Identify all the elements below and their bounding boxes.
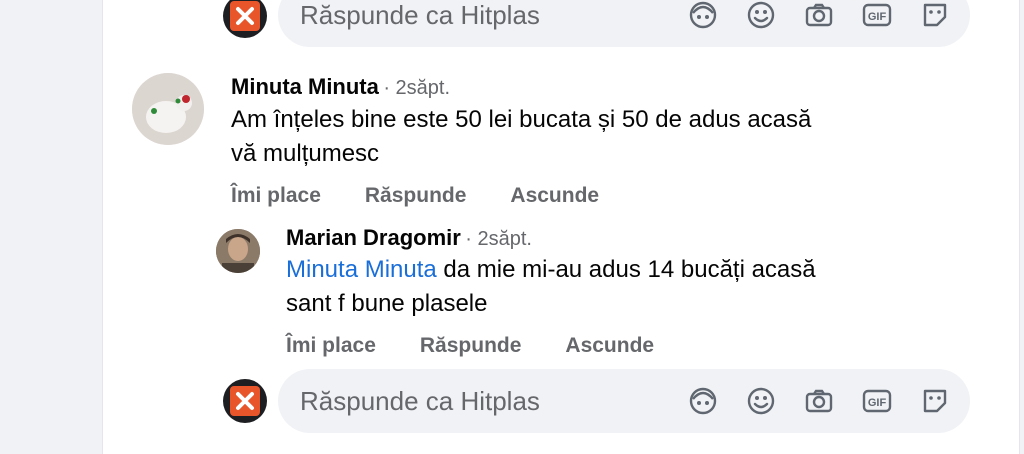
sticker-icon[interactable]: [918, 0, 952, 32]
like-button[interactable]: Îmi place: [231, 184, 321, 208]
comment-text: Am înțeles bine este 50 lei bucata și 50…: [231, 103, 951, 171]
comment-author[interactable]: Minuta Minuta: [231, 74, 379, 99]
reply-author[interactable]: Marian Dragomir: [286, 225, 461, 250]
avatar-sticker-icon[interactable]: [686, 0, 720, 32]
camera-icon[interactable]: [802, 384, 836, 418]
reply-time[interactable]: · 2săpt.: [465, 228, 532, 250]
gif-icon[interactable]: GIF: [860, 384, 894, 418]
reply-reply-button[interactable]: Răspunde: [420, 334, 522, 358]
emoji-icon[interactable]: [744, 0, 778, 32]
reply-text-line-1: Minuta Minuta da mie mi-au adus 14 bucăț…: [286, 253, 966, 287]
comment-time[interactable]: · 2săpt.: [383, 77, 450, 99]
reply-placeholder: Răspunde ca Hitplas: [300, 386, 540, 416]
comment-actions: Îmi place Răspunde Ascunde: [231, 184, 643, 208]
brand-logo-icon: [230, 1, 260, 31]
comment-text-line-1: Am înțeles bine este 50 lei bucata și 50…: [231, 106, 812, 133]
avatar-sticker-icon[interactable]: [686, 384, 720, 418]
camera-icon[interactable]: [802, 0, 836, 32]
sticker-icon[interactable]: [918, 384, 952, 418]
reply-text: Minuta Minuta da mie mi-au adus 14 bucăț…: [286, 253, 966, 321]
reply-text-line-1-rest: da mie mi-au adus 14 bucăți acasă: [436, 256, 816, 283]
gif-label: GIF: [868, 397, 887, 409]
reply-header: Marian Dragomir · 2săpt.: [286, 225, 532, 251]
brand-logo-icon: [230, 386, 260, 416]
gif-icon[interactable]: GIF: [860, 0, 894, 32]
mention-link[interactable]: Minuta Minuta: [286, 256, 437, 283]
avatar-marian[interactable]: [216, 229, 260, 273]
avatar-minuta[interactable]: [132, 73, 204, 145]
reply-like-button[interactable]: Îmi place: [286, 334, 376, 358]
emoji-icon[interactable]: [744, 384, 778, 418]
reply-text-line-2: sant f bune plasele: [286, 290, 488, 317]
reply-hide-button[interactable]: Ascunde: [565, 334, 654, 358]
comment-text-line-2: vă mulțumesc: [231, 140, 380, 167]
hitplas-avatar-bottom[interactable]: [223, 379, 267, 423]
reply-button[interactable]: Răspunde: [365, 184, 467, 208]
reply-input-bottom[interactable]: Răspunde ca Hitplas GIF: [278, 369, 970, 433]
gif-label: GIF: [868, 11, 887, 23]
hide-button[interactable]: Ascunde: [510, 184, 599, 208]
comment-header: Minuta Minuta · 2săpt.: [231, 74, 450, 100]
reply-placeholder: Răspunde ca Hitplas: [300, 0, 540, 30]
reply-actions: Îmi place Răspunde Ascunde: [286, 334, 698, 358]
reply-input-top[interactable]: Răspunde ca Hitplas GIF: [278, 0, 970, 47]
